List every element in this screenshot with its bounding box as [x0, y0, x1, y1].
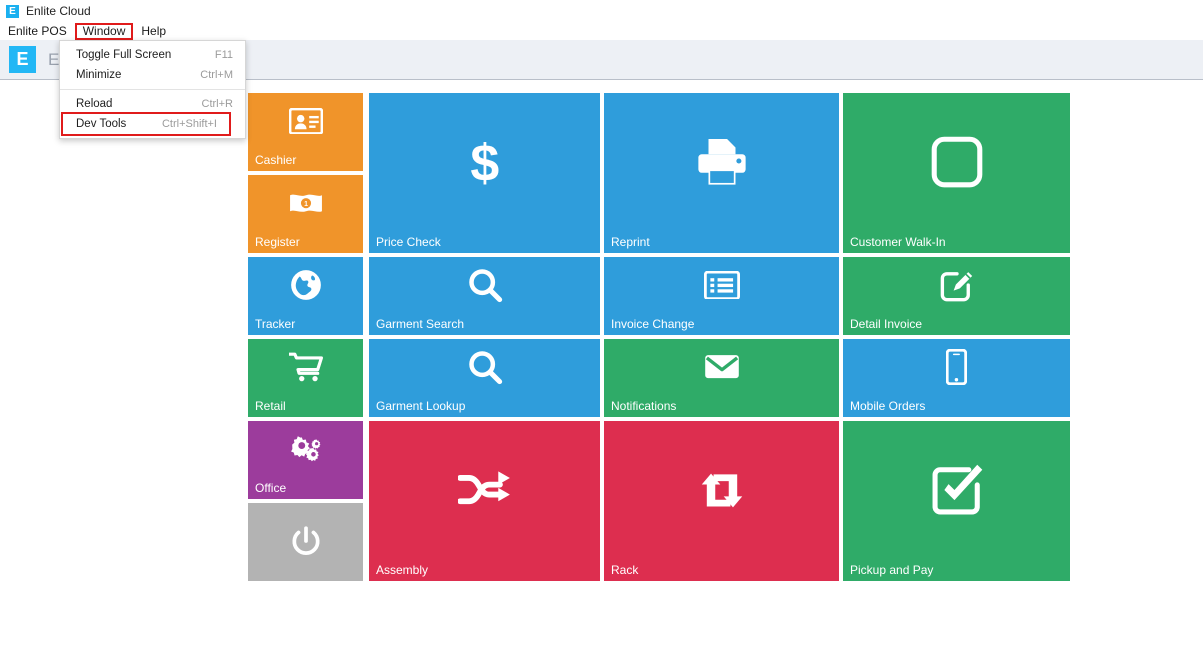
- retweet-icon: [604, 421, 839, 559]
- menu-item-shortcut: Ctrl+M: [200, 69, 233, 81]
- magnifier-icon: [369, 339, 600, 395]
- app-header-logo-icon: E: [9, 46, 36, 73]
- menu-item-shortcut: F11: [214, 49, 233, 61]
- menu-item-shortcut: Ctrl+R: [201, 98, 233, 110]
- window-menu-dropdown: Toggle Full Screen F11 Minimize Ctrl+M R…: [59, 40, 246, 139]
- tile-label: Assembly: [376, 563, 429, 577]
- printer-icon: [604, 93, 839, 231]
- menu-help[interactable]: Help: [133, 23, 174, 40]
- menu-item-label: Toggle Full Screen: [76, 49, 172, 61]
- tile-label: Detail Invoice: [850, 317, 923, 331]
- tile-assembly[interactable]: Assembly: [369, 421, 600, 581]
- tile-label: Cashier: [255, 153, 297, 167]
- globe-icon: [248, 263, 363, 307]
- menu-item-minimize[interactable]: Minimize Ctrl+M: [60, 65, 245, 85]
- shuffle-icon: [369, 421, 600, 559]
- tile-label: Register: [255, 235, 300, 249]
- tile-cashier[interactable]: Cashier: [248, 93, 363, 171]
- tile-garment-search[interactable]: Garment Search: [369, 257, 600, 335]
- menu-item-shortcut: Ctrl+Shift+I: [161, 118, 217, 130]
- app-logo-icon: E: [6, 4, 19, 18]
- tile-invoice-change[interactable]: Invoice Change: [604, 257, 839, 335]
- tile-garment-lookup[interactable]: Garment Lookup: [369, 339, 600, 417]
- shopping-cart-icon: [248, 345, 363, 389]
- tile-retail[interactable]: Retail: [248, 339, 363, 417]
- tile-label: Invoice Change: [611, 317, 695, 331]
- envelope-icon: [604, 339, 839, 395]
- window-titlebar: E Enlite Cloud: [0, 0, 1203, 22]
- tile-label: Reprint: [611, 235, 650, 249]
- menu-item-label: Minimize: [76, 69, 122, 81]
- tile-tracker[interactable]: Tracker: [248, 257, 363, 335]
- svg-text:1: 1: [304, 201, 308, 208]
- menu-item-dev-tools[interactable]: Dev Tools Ctrl+Shift+I: [61, 112, 231, 136]
- tile-label: Garment Lookup: [376, 399, 466, 413]
- tile-label: Notifications: [611, 399, 677, 413]
- tile-label: Customer Walk-In: [850, 235, 946, 249]
- tile-label: Tracker: [255, 317, 296, 331]
- gears-icon: [248, 427, 363, 471]
- svg-text:$: $: [470, 135, 499, 189]
- tile-label: Garment Search: [376, 317, 465, 331]
- menu-item-label: Reload: [76, 98, 113, 110]
- power-icon: [248, 503, 363, 581]
- tile-register[interactable]: 1 Register: [248, 175, 363, 253]
- tile-notifications[interactable]: Notifications: [604, 339, 839, 417]
- tile-reprint[interactable]: Reprint: [604, 93, 839, 253]
- magnifier-icon: [369, 257, 600, 313]
- tile-detail-invoice[interactable]: Detail Invoice: [843, 257, 1070, 335]
- window-title: Enlite Cloud: [26, 4, 91, 18]
- tile-pickup-and-pay[interactable]: Pickup and Pay: [843, 421, 1070, 581]
- tile-price-check[interactable]: $ Price Check: [369, 93, 600, 253]
- menubar: Enlite POS Window Help: [0, 22, 1203, 40]
- dollar-icon: $: [369, 93, 600, 231]
- menu-item-reload[interactable]: Reload Ctrl+R: [60, 94, 245, 114]
- tile-mobile-orders[interactable]: Mobile Orders: [843, 339, 1070, 417]
- tile-label: Pickup and Pay: [850, 563, 934, 577]
- tile-grid: Cashier 1 Register Tracker Retail Office $ Pric…: [248, 93, 1070, 581]
- tile-power[interactable]: [248, 503, 363, 581]
- menu-item-toggle-full-screen[interactable]: Toggle Full Screen F11: [60, 45, 245, 65]
- tile-office[interactable]: Office: [248, 421, 363, 499]
- menu-separator: [60, 89, 245, 90]
- dropdown-group-1: Toggle Full Screen F11 Minimize Ctrl+M: [60, 45, 245, 85]
- menu-window[interactable]: Window: [74, 22, 134, 40]
- tile-label: Price Check: [376, 235, 441, 249]
- check-square-icon: [843, 421, 1070, 559]
- tile-customer-walk-in[interactable]: Customer Walk-In: [843, 93, 1070, 253]
- tile-label: Retail: [255, 399, 286, 413]
- menu-item-label: Dev Tools: [76, 118, 127, 130]
- list-icon: [604, 257, 839, 313]
- tile-label: Office: [255, 481, 287, 495]
- id-card-icon: [248, 99, 363, 143]
- menu-enlite-pos[interactable]: Enlite POS: [0, 23, 75, 40]
- tile-label: Rack: [611, 563, 639, 577]
- tile-rack[interactable]: Rack: [604, 421, 839, 581]
- mobile-phone-icon: [843, 339, 1070, 395]
- rounded-square-icon: [843, 93, 1070, 231]
- banknote-icon: 1: [248, 181, 363, 225]
- tile-label: Mobile Orders: [850, 399, 926, 413]
- dropdown-group-2: Reload Ctrl+R Dev Tools Ctrl+Shift+I: [60, 94, 245, 136]
- edit-square-icon: [843, 257, 1070, 313]
